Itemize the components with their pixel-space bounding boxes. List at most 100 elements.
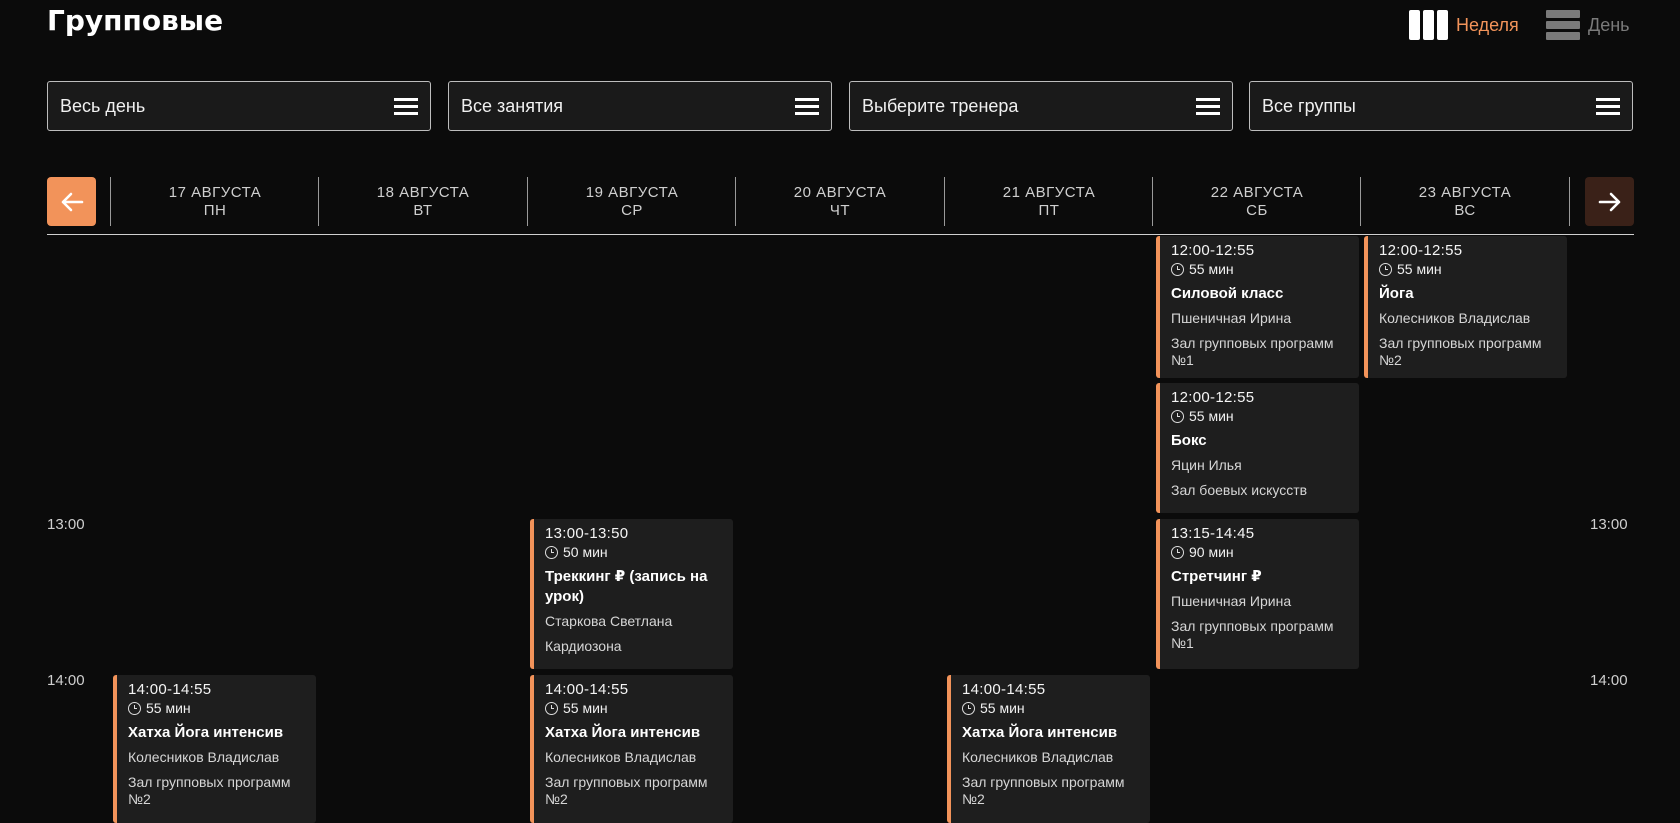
trainer-filter-dropdown[interactable]: Выберите тренера: [849, 81, 1233, 131]
day-rows-icon: [1546, 10, 1580, 40]
day-weekday: СБ: [1246, 202, 1268, 219]
week-columns-icon: [1409, 10, 1448, 40]
day-weekday: ПТ: [1038, 202, 1060, 219]
clock-icon: [128, 701, 141, 715]
day-header-tue[interactable]: 18 АВГУСТА ВТ: [319, 177, 527, 226]
time-filter-dropdown[interactable]: Весь день: [47, 81, 431, 131]
class-room: Зал групповых программ №2: [128, 774, 291, 807]
week-view-label: Неделя: [1456, 14, 1519, 35]
day-separator: [1569, 177, 1570, 226]
day-date: 20 АВГУСТА: [793, 184, 887, 201]
class-duration: 55 мин: [563, 700, 608, 716]
class-trainer: Колесников Владислав: [545, 749, 697, 765]
day-header-wed[interactable]: 19 АВГУСТА СР: [528, 177, 736, 226]
class-card[interactable]: 14:00-14:55 55 мин Хатха Йога интенсив К…: [530, 675, 733, 823]
class-duration-row: 50 мин: [545, 543, 723, 561]
day-view-label: День: [1588, 14, 1630, 35]
class-duration: 90 мин: [1189, 544, 1234, 560]
day-view-toggle[interactable]: День: [1546, 10, 1630, 40]
class-duration: 55 мин: [1189, 408, 1234, 424]
class-trainer: Пшеничная Ирина: [1171, 310, 1292, 326]
class-room: Зал групповых программ №1: [1171, 335, 1334, 368]
class-duration-row: 55 мин: [1379, 260, 1557, 278]
class-room: Зал групповых программ №2: [545, 774, 708, 807]
class-duration-row: 55 мин: [1171, 260, 1349, 278]
class-room: Зал групповых программ №2: [1379, 335, 1542, 368]
day-header-sat[interactable]: 22 АВГУСТА СБ: [1153, 177, 1361, 226]
class-trainer: Пшеничная Ирина: [1171, 593, 1292, 609]
day-header-sun[interactable]: 23 АВГУСТА ВС: [1361, 177, 1569, 226]
class-name: Бокс: [1171, 432, 1207, 449]
clock-icon: [1171, 409, 1184, 423]
class-duration: 55 мин: [980, 700, 1025, 716]
class-name: Йога: [1379, 285, 1414, 302]
menu-icon: [1596, 97, 1620, 115]
class-room: Зал групповых программ №2: [962, 774, 1125, 807]
class-duration-row: 55 мин: [1171, 407, 1349, 425]
clock-icon: [545, 545, 558, 559]
header-divider: [47, 234, 1634, 235]
class-duration-row: 90 мин: [1171, 543, 1349, 561]
class-room: Кардиозона: [545, 638, 622, 654]
class-name: Треккинг ₽ (запись на урок): [545, 568, 708, 605]
class-card[interactable]: 12:00-12:55 55 мин Бокс Яцин Илья Зал бо…: [1156, 383, 1359, 513]
class-name: Хатха Йога интенсив: [128, 724, 284, 741]
class-time: 14:00-14:55: [962, 681, 1046, 698]
class-card[interactable]: 14:00-14:55 55 мин Хатха Йога интенсив К…: [947, 675, 1150, 823]
class-duration-row: 55 мин: [962, 699, 1140, 717]
class-card[interactable]: 13:00-13:50 50 мин Треккинг ₽ (запись на…: [530, 519, 733, 669]
arrow-right-icon: [1598, 192, 1620, 211]
day-date: 18 АВГУСТА: [376, 184, 470, 201]
day-header-mon[interactable]: 17 АВГУСТА ПН: [111, 177, 319, 226]
day-date: 22 АВГУСТА: [1210, 184, 1304, 201]
class-card[interactable]: 13:15-14:45 90 мин Стретчинг ₽ Пшеничная…: [1156, 519, 1359, 669]
class-name: Хатха Йога интенсив: [545, 724, 701, 741]
class-duration: 55 мин: [1189, 261, 1234, 277]
class-time: 12:00-12:55: [1171, 389, 1255, 406]
clock-icon: [962, 701, 975, 715]
time-label-right: 14:00: [1590, 672, 1628, 689]
clock-icon: [1171, 262, 1184, 276]
class-name: Стретчинг ₽: [1171, 568, 1262, 585]
class-duration-row: 55 мин: [128, 699, 306, 717]
class-name: Силовой класс: [1171, 285, 1284, 302]
next-week-button[interactable]: [1585, 177, 1634, 226]
class-duration: 55 мин: [146, 700, 191, 716]
day-weekday: СР: [621, 202, 643, 219]
group-filter-dropdown[interactable]: Все группы: [1249, 81, 1633, 131]
class-name: Хатха Йога интенсив: [962, 724, 1118, 741]
class-duration: 50 мин: [563, 544, 608, 560]
class-room: Зал боевых искусств: [1171, 482, 1308, 498]
week-view-toggle[interactable]: Неделя: [1409, 10, 1519, 40]
filter-label: Все занятия: [461, 95, 564, 116]
menu-icon: [1196, 97, 1220, 115]
class-trainer: Колесников Владислав: [962, 749, 1114, 765]
class-trainer: Колесников Владислав: [128, 749, 280, 765]
class-card[interactable]: 12:00-12:55 55 мин Йога Колесников Влади…: [1364, 236, 1567, 378]
day-header-thu[interactable]: 20 АВГУСТА ЧТ: [736, 177, 944, 226]
day-date: 17 АВГУСТА: [168, 184, 262, 201]
class-card[interactable]: 12:00-12:55 55 мин Силовой класс Пшеничн…: [1156, 236, 1359, 378]
class-trainer: Старкова Светлана: [545, 613, 673, 629]
filter-label: Весь день: [60, 95, 146, 116]
clock-icon: [545, 701, 558, 715]
class-trainer: Яцин Илья: [1171, 457, 1242, 473]
class-time: 14:00-14:55: [545, 681, 629, 698]
filter-label: Все группы: [1262, 95, 1356, 116]
clock-icon: [1171, 545, 1184, 559]
class-filter-dropdown[interactable]: Все занятия: [448, 81, 832, 131]
class-time: 14:00-14:55: [128, 681, 212, 698]
filter-label: Выберите тренера: [862, 95, 1019, 116]
time-label-left: 14:00: [47, 672, 85, 689]
menu-icon: [795, 97, 819, 115]
class-card[interactable]: 14:00-14:55 55 мин Хатха Йога интенсив К…: [113, 675, 316, 823]
day-header-fri[interactable]: 21 АВГУСТА ПТ: [945, 177, 1153, 226]
day-date: 21 АВГУСТА: [1002, 184, 1096, 201]
day-weekday: ПН: [203, 202, 227, 219]
arrow-left-icon: [61, 192, 83, 211]
previous-week-button[interactable]: [47, 177, 96, 226]
class-trainer: Колесников Владислав: [1379, 310, 1531, 326]
clock-icon: [1379, 262, 1392, 276]
class-duration-row: 55 мин: [545, 699, 723, 717]
menu-icon: [394, 97, 418, 115]
